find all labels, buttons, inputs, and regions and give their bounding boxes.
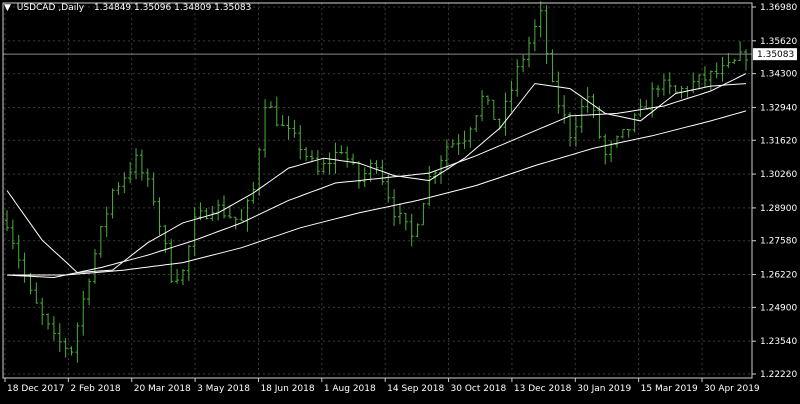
y-tick-label: 1.34300 <box>760 70 797 80</box>
x-tick-label: 18 Jun 2018 <box>260 384 314 394</box>
y-tick-label: 1.23540 <box>760 337 797 347</box>
symbol-label: USDCAD <box>16 3 56 13</box>
x-tick-label: 13 Dec 2018 <box>514 384 572 394</box>
x-tick-label: 30 Oct 2018 <box>451 384 507 394</box>
x-tick-label: 15 Mar 2019 <box>641 384 698 394</box>
chart-container: ▼ USDCAD ,Daily 1.34849 1.35096 1.34809 1… <box>0 0 800 400</box>
chart-header: ▼ USDCAD ,Daily 1.34849 1.35096 1.34809 1… <box>4 3 252 13</box>
x-tick-label: 30 Jan 2019 <box>577 384 631 394</box>
x-tick-label: 14 Sep 2018 <box>387 384 444 394</box>
x-tick-label: 18 Dec 2017 <box>7 384 65 394</box>
ohlc-values: 1.34849 1.35096 1.34809 1.35083 <box>93 3 252 13</box>
y-tick-label: 1.32940 <box>760 103 797 113</box>
moving-average-line <box>6 73 747 279</box>
timeframe-label: Daily <box>61 3 85 13</box>
current-price-label: 1.35083 <box>757 50 794 60</box>
x-tick-label: 2 Feb 2018 <box>70 384 121 394</box>
x-tick-label: 30 Apr 2019 <box>704 384 760 394</box>
y-tick-label: 1.30260 <box>760 170 797 180</box>
y-tick-label: 1.27580 <box>760 237 797 247</box>
moving-average-line <box>7 110 747 276</box>
x-tick-label: 1 Aug 2018 <box>324 384 376 394</box>
y-tick-label: 1.36980 <box>760 3 797 13</box>
collapse-triangle-icon[interactable]: ▼ <box>4 3 11 13</box>
x-tick-label: 3 May 2018 <box>197 384 250 394</box>
y-tick-label: 1.35620 <box>760 37 797 47</box>
y-tick-label: 1.24900 <box>760 303 797 313</box>
moving-average-line <box>6 83 747 274</box>
y-tick-label: 1.28900 <box>760 204 797 214</box>
y-tick-label: 1.26220 <box>760 271 797 281</box>
x-tick-label: 20 Mar 2018 <box>134 384 191 394</box>
price-chart[interactable]: 18 Dec 2017 2 Feb 2018 20 Mar 2018 3 May 20… <box>0 0 800 400</box>
y-tick-label: 1.31620 <box>760 136 797 146</box>
y-tick-label: 1.22220 <box>760 370 797 380</box>
plot-border <box>2 2 753 379</box>
